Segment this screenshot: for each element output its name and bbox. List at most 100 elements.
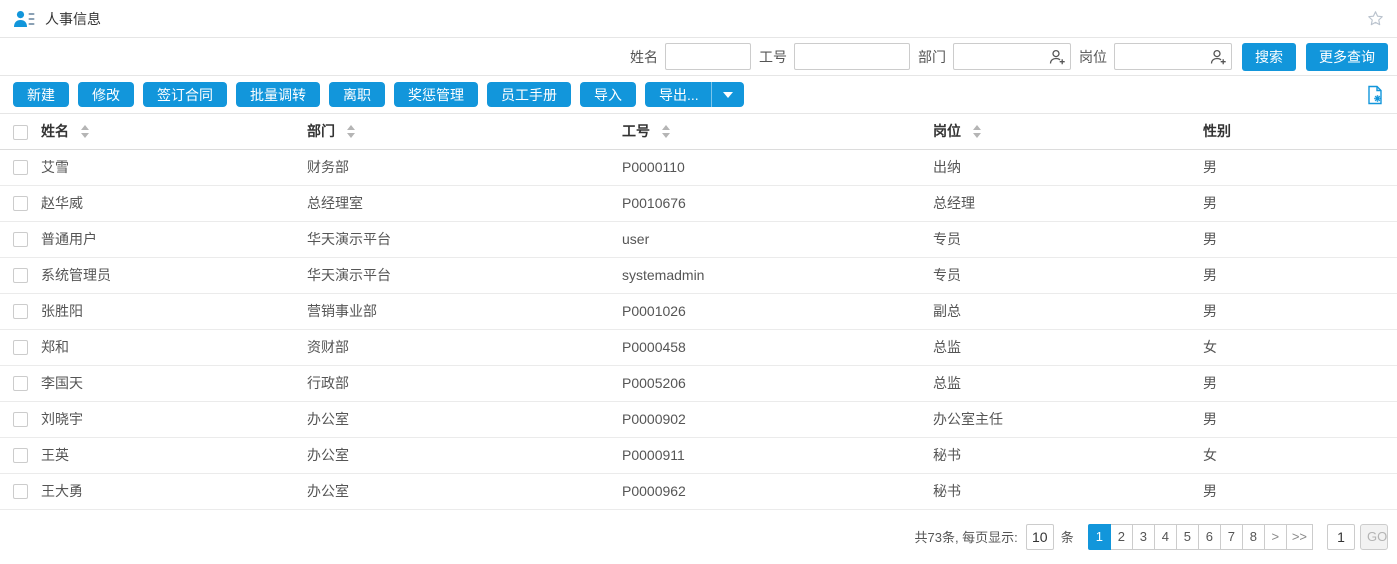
employee-id-input[interactable] <box>794 43 910 70</box>
cell-name: 刘晓宇 <box>34 401 300 437</box>
cell-department: 总经理室 <box>300 185 615 221</box>
person-add-icon[interactable] <box>1049 49 1066 65</box>
sign-contract-button[interactable]: 签订合同 <box>143 82 227 107</box>
employee-handbook-button[interactable]: 员工手册 <box>487 82 571 107</box>
cell-name: 李国天 <box>34 365 300 401</box>
table-header-row: 姓名 部门 工号 岗位 性别 <box>0 114 1397 149</box>
cell-position: 办公室主任 <box>926 401 1196 437</box>
row-checkbox[interactable] <box>13 268 28 283</box>
cell-employee-id: P0000962 <box>615 473 926 509</box>
page-button-5[interactable]: 5 <box>1176 524 1199 550</box>
cell-employee-id: systemadmin <box>615 257 926 293</box>
row-checkbox[interactable] <box>13 448 28 463</box>
cell-department: 财务部 <box>300 149 615 185</box>
table-row[interactable]: 张胜阳 营销事业部 P0001026 副总 男 <box>0 293 1397 329</box>
cell-name: 赵华威 <box>34 185 300 221</box>
cell-name: 系统管理员 <box>34 257 300 293</box>
row-checkbox[interactable] <box>13 412 28 427</box>
column-header-position: 岗位 <box>933 121 961 141</box>
search-button[interactable]: 搜索 <box>1242 43 1296 71</box>
reward-punishment-button[interactable]: 奖惩管理 <box>394 82 478 107</box>
cell-department: 行政部 <box>300 365 615 401</box>
cell-position: 总监 <box>926 329 1196 365</box>
go-button[interactable]: GO <box>1360 524 1388 550</box>
table-row[interactable]: 王大勇 办公室 P0000962 秘书 男 <box>0 473 1397 509</box>
more-query-button[interactable]: 更多查询 <box>1306 43 1388 71</box>
cell-employee-id: P0000911 <box>615 437 926 473</box>
cell-gender: 女 <box>1196 437 1397 473</box>
table-row[interactable]: 艾雪 财务部 P0000110 出纳 男 <box>0 149 1397 185</box>
name-field-label: 姓名 <box>630 47 658 67</box>
row-checkbox[interactable] <box>13 196 28 211</box>
department-field-group: 部门 <box>918 43 1071 70</box>
page-size-unit: 条 <box>1061 527 1074 546</box>
row-checkbox[interactable] <box>13 340 28 355</box>
page-button-2[interactable]: 2 <box>1110 524 1133 550</box>
page-button-7[interactable]: 7 <box>1220 524 1243 550</box>
toolbar: 新建 修改 签订合同 批量调转 离职 奖惩管理 员工手册 导入 导出... <box>0 76 1397 114</box>
import-button[interactable]: 导入 <box>580 82 636 107</box>
row-checkbox[interactable] <box>13 304 28 319</box>
column-header-employee-id: 工号 <box>622 121 650 141</box>
export-button-label: 导出... <box>659 85 699 105</box>
sort-icon[interactable] <box>81 125 89 138</box>
next-page-button[interactable]: > <box>1264 524 1287 550</box>
name-input[interactable] <box>665 43 751 70</box>
column-settings-icon[interactable] <box>1366 85 1384 105</box>
name-field-group: 姓名 <box>630 43 751 70</box>
page-title: 人事信息 <box>45 9 101 29</box>
sort-icon[interactable] <box>347 125 355 138</box>
goto-page-input[interactable] <box>1327 524 1355 550</box>
export-dropdown-button[interactable]: 导出... <box>645 82 744 107</box>
last-page-button[interactable]: >> <box>1286 524 1313 550</box>
cell-employee-id: P0000902 <box>615 401 926 437</box>
column-header-gender: 性别 <box>1203 123 1231 139</box>
personnel-icon <box>13 10 36 28</box>
cell-employee-id: P0000110 <box>615 149 926 185</box>
export-caret[interactable] <box>711 82 744 107</box>
column-header-department: 部门 <box>307 121 335 141</box>
page-button-group: 1 2 3 4 5 6 7 8 > >> <box>1088 524 1313 550</box>
cell-position: 秘书 <box>926 473 1196 509</box>
cell-employee-id: P0005206 <box>615 365 926 401</box>
select-all-checkbox[interactable] <box>13 125 28 140</box>
personnel-table: 姓名 部门 工号 岗位 性别 艾雪 财务部 P0000110 出纳 <box>0 114 1397 510</box>
table-row[interactable]: 赵华威 总经理室 P0010676 总经理 男 <box>0 185 1397 221</box>
cell-employee-id: P0010676 <box>615 185 926 221</box>
page-button-3[interactable]: 3 <box>1132 524 1155 550</box>
edit-button[interactable]: 修改 <box>78 82 134 107</box>
row-checkbox[interactable] <box>13 160 28 175</box>
batch-transfer-button[interactable]: 批量调转 <box>236 82 320 107</box>
person-add-icon[interactable] <box>1210 49 1227 65</box>
record-count-summary: 共73条, 每页显示: <box>915 527 1018 546</box>
cell-gender: 男 <box>1196 221 1397 257</box>
page-button-8[interactable]: 8 <box>1242 524 1265 550</box>
page-size-input[interactable] <box>1026 524 1054 550</box>
row-checkbox[interactable] <box>13 232 28 247</box>
table-row[interactable]: 王英 办公室 P0000911 秘书 女 <box>0 437 1397 473</box>
new-button[interactable]: 新建 <box>13 82 69 107</box>
sort-icon[interactable] <box>662 125 670 138</box>
resign-button[interactable]: 离职 <box>329 82 385 107</box>
row-checkbox[interactable] <box>13 376 28 391</box>
cell-gender: 男 <box>1196 185 1397 221</box>
table-row[interactable]: 系统管理员 华天演示平台 systemadmin 专员 男 <box>0 257 1397 293</box>
pagination-bar: 共73条, 每页显示: 条 1 2 3 4 5 6 7 8 > >> GO <box>0 510 1397 564</box>
page-button-4[interactable]: 4 <box>1154 524 1177 550</box>
cell-position: 专员 <box>926 257 1196 293</box>
sort-icon[interactable] <box>973 125 981 138</box>
employee-id-field-label: 工号 <box>759 47 787 67</box>
table-row[interactable]: 李国天 行政部 P0005206 总监 男 <box>0 365 1397 401</box>
cell-employee-id: user <box>615 221 926 257</box>
row-checkbox[interactable] <box>13 484 28 499</box>
favorite-star-icon[interactable] <box>1367 10 1384 27</box>
cell-position: 总经理 <box>926 185 1196 221</box>
table-row[interactable]: 刘晓宇 办公室 P0000902 办公室主任 男 <box>0 401 1397 437</box>
table-row[interactable]: 普通用户 华天演示平台 user 专员 男 <box>0 221 1397 257</box>
department-field-label: 部门 <box>918 47 946 67</box>
page-button-1[interactable]: 1 <box>1088 524 1111 550</box>
cell-department: 办公室 <box>300 401 615 437</box>
table-row[interactable]: 郑和 资财部 P0000458 总监 女 <box>0 329 1397 365</box>
cell-gender: 男 <box>1196 149 1397 185</box>
page-button-6[interactable]: 6 <box>1198 524 1221 550</box>
